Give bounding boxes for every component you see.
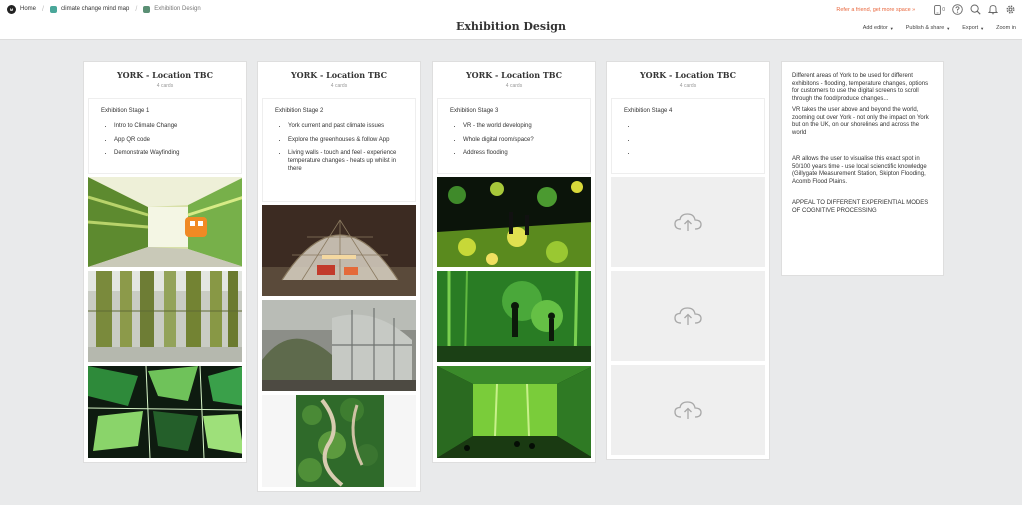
bullet-item: Intro to Climate Change — [114, 122, 229, 130]
bullet-list: Intro to Climate Change App QR code Demo… — [101, 122, 229, 157]
chevron-down-icon: ▼ — [980, 25, 985, 31]
bullet-item — [637, 122, 752, 130]
board-color-square — [143, 5, 151, 13]
image-card-greenhouse-pods[interactable] — [262, 300, 416, 391]
zoom-in-button[interactable]: Zoom in — [996, 25, 1016, 31]
note-title: Exhibition Stage 3 — [450, 108, 499, 114]
note-card[interactable]: Exhibition Stage 3 VR - the world develo… — [437, 98, 591, 174]
zoom-in-label: Zoom in — [996, 25, 1016, 31]
bullet-list — [624, 122, 752, 157]
column-header[interactable]: YORK - Location TBC 4 cards — [258, 62, 420, 98]
image-card-geodesic-dome[interactable] — [262, 205, 416, 296]
device-icon — [934, 4, 942, 15]
bullet-item: App QR code — [114, 136, 229, 144]
column-title[interactable]: YORK - Location TBC — [258, 70, 420, 80]
board-column[interactable]: YORK - Location TBC 4 cards Exhibition S… — [606, 61, 770, 460]
breadcrumb-mind-map-label: climate change mind map — [60, 6, 130, 12]
breadcrumb-mind-map[interactable]: climate change mind map — [49, 5, 130, 13]
note-paragraph: Different areas of York to be used for d… — [792, 73, 929, 102]
notifications-button[interactable] — [988, 4, 998, 15]
board-column[interactable]: YORK - Location TBC 4 cards Exhibition S… — [432, 61, 596, 463]
refer-friend-link[interactable]: Refer a friend, get more space » — [836, 7, 915, 13]
note-card[interactable]: Exhibition Stage 4 — [611, 98, 765, 174]
bullet-list: York current and past climate issues Exp… — [275, 122, 403, 173]
cloud-upload-icon — [674, 307, 702, 325]
bullet-list: VR - the world developing Whole digital … — [450, 122, 578, 157]
note-paragraph: VR takes the user above and beyond the w… — [792, 107, 929, 136]
bullet-item: Address flooding — [463, 149, 578, 157]
cloud-upload-icon — [674, 401, 702, 419]
standalone-note-card[interactable]: Different areas of York to be used for d… — [781, 61, 944, 276]
breadcrumb-separator: / — [42, 5, 44, 13]
image-upload-placeholder[interactable] — [611, 271, 765, 361]
column-title[interactable]: YORK - Location TBC — [607, 70, 769, 80]
image-card-green-light-gallery[interactable] — [88, 366, 242, 458]
board-column[interactable]: YORK - Location TBC 4 cards Exhibition S… — [83, 61, 247, 463]
column-card-count: 4 cards — [505, 83, 523, 89]
bullet-item: Living walls - touch and feel - experien… — [288, 149, 403, 173]
image-card-exhibit-corridor[interactable] — [88, 177, 242, 267]
image-card-immersive-projection[interactable] — [437, 271, 591, 362]
image-card-digital-flower-room[interactable] — [437, 177, 591, 267]
image-card-bamboo-installation[interactable] — [88, 271, 242, 362]
top-right-toolbar: Refer a friend, get more space » 0 — [836, 3, 1016, 16]
image-card-living-wall[interactable] — [262, 395, 416, 487]
help-button[interactable] — [952, 4, 963, 15]
note-paragraph: AR allows the user to visualise this exa… — [792, 156, 927, 185]
image-upload-placeholder[interactable] — [611, 365, 765, 455]
board-color-square — [49, 5, 57, 13]
column-title[interactable]: YORK - Location TBC — [433, 70, 595, 80]
search-button[interactable] — [970, 4, 981, 15]
help-icon — [952, 4, 963, 15]
cloud-upload-icon — [674, 213, 702, 231]
image-upload-placeholder[interactable] — [611, 177, 765, 267]
note-card[interactable]: Exhibition Stage 2 York current and past… — [262, 98, 416, 202]
breadcrumb-separator: / — [135, 5, 138, 13]
column-header[interactable]: YORK - Location TBC 4 cards — [607, 62, 769, 98]
export-menu[interactable]: Export ▼ — [962, 25, 984, 31]
settings-button[interactable] — [1005, 4, 1016, 15]
column-card-count: 4 cards — [156, 83, 174, 89]
image-card-green-screen-room[interactable] — [437, 366, 591, 458]
note-title: Exhibition Stage 2 — [275, 108, 324, 114]
bullet-item: Explore the greenhouses & follow App — [288, 136, 403, 144]
search-icon — [970, 4, 981, 15]
note-title: Exhibition Stage 4 — [624, 108, 673, 114]
bullet-item: Demonstrate Wayfinding — [114, 149, 229, 157]
chevron-down-icon: ▼ — [889, 25, 894, 31]
gear-icon — [1006, 5, 1015, 14]
breadcrumb-home[interactable]: Home — [20, 6, 36, 12]
bullet-item: Whole digital room/space? — [463, 136, 578, 144]
export-label: Export — [962, 25, 979, 31]
device-counter[interactable]: 0 — [934, 4, 945, 15]
device-count: 0 — [942, 6, 945, 13]
bullet-item: York current and past climate issues — [288, 122, 403, 130]
milanote-logo[interactable]: M — [7, 4, 16, 14]
bell-icon — [988, 5, 998, 15]
column-header[interactable]: YORK - Location TBC 4 cards — [84, 62, 246, 98]
note-paragraph: APPEAL TO DIFFERENT EXPERIENTIAL MODES O… — [792, 200, 929, 214]
breadcrumb-current[interactable]: Exhibition Design — [143, 5, 201, 13]
top-bar: M Home / climate change mind map / Exhib… — [0, 0, 1022, 40]
breadcrumb-current-label: Exhibition Design — [154, 6, 201, 12]
board-menus: Add editor ▼ Publish & share ▼ Export ▼ Zoo… — [851, 25, 1016, 31]
note-title: Exhibition Stage 1 — [101, 108, 150, 114]
publish-share-menu[interactable]: Publish & share ▼ — [906, 25, 951, 31]
column-card-count: 4 cards — [330, 83, 348, 89]
column-card-count: 4 cards — [679, 83, 697, 89]
bullet-item — [637, 136, 752, 144]
note-card[interactable]: Exhibition Stage 1 Intro to Climate Chan… — [88, 98, 242, 174]
breadcrumb: M Home / climate change mind map / Exhib… — [7, 3, 201, 15]
board-column[interactable]: YORK - Location TBC 4 cards Exhibition S… — [257, 61, 421, 492]
column-header[interactable]: YORK - Location TBC 4 cards — [433, 62, 595, 98]
add-editor-label: Add editor — [862, 25, 888, 31]
publish-share-label: Publish & share — [905, 25, 945, 31]
add-editor-menu[interactable]: Add editor ▼ — [863, 25, 894, 31]
bullet-item — [637, 149, 752, 157]
bullet-item: VR - the world developing — [463, 122, 578, 130]
column-title[interactable]: YORK - Location TBC — [84, 70, 246, 80]
chevron-down-icon: ▼ — [946, 25, 951, 31]
